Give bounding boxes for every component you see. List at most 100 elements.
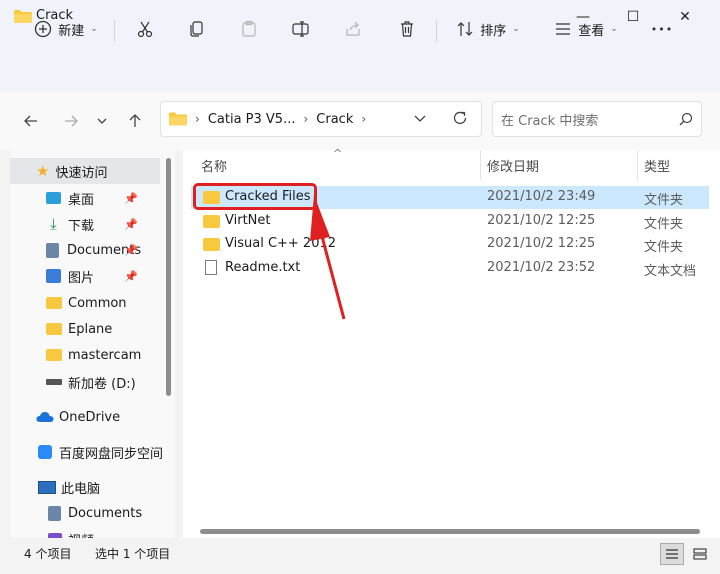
table-row[interactable]: Readme.txt 2021/10/2 23:52 文本文档 bbox=[191, 257, 709, 280]
chevron-down-icon: ⌄ bbox=[90, 24, 98, 34]
breadcrumb-item[interactable]: Catia P3 V5... bbox=[208, 112, 296, 127]
search-icon bbox=[679, 112, 693, 130]
trash-icon bbox=[401, 21, 413, 37]
file-modified: 2021/10/2 23:52 bbox=[487, 260, 596, 275]
plus-circle-icon bbox=[35, 20, 52, 38]
copy-icon bbox=[190, 21, 203, 37]
sidebar-item-this-pc[interactable]: 此电脑 bbox=[10, 474, 100, 500]
chevron-down-icon: ⌄ bbox=[610, 24, 618, 34]
sidebar-item-baidu-sync[interactable]: 百度网盘同步空间 bbox=[10, 439, 163, 465]
folder-icon bbox=[203, 215, 220, 228]
sidebar-item-label: 此电脑 bbox=[61, 481, 101, 497]
sidebar-item-label: Common bbox=[68, 295, 127, 311]
sidebar-item-common[interactable]: Common bbox=[10, 290, 127, 316]
sidebar-item-downloads[interactable]: ⤓ 下载 📌 bbox=[10, 211, 160, 237]
sidebar-item-label: 视频 bbox=[68, 530, 94, 539]
chevron-down-icon bbox=[414, 115, 426, 122]
sort-label: 排序 bbox=[480, 23, 507, 39]
file-name: VirtNet bbox=[225, 213, 271, 228]
sidebar-item-quick-access[interactable]: ★ 快速访问 bbox=[10, 158, 160, 184]
cloud-icon bbox=[36, 412, 54, 422]
column-header-modified[interactable]: 修改日期 bbox=[487, 156, 539, 175]
share-button[interactable] bbox=[338, 12, 368, 46]
drive-icon bbox=[46, 379, 62, 385]
chevron-down-icon bbox=[97, 118, 107, 124]
folder-icon bbox=[46, 323, 62, 335]
refresh-button[interactable] bbox=[452, 110, 468, 130]
sort-icon bbox=[457, 22, 473, 36]
folder-icon bbox=[169, 112, 187, 126]
details-view-button[interactable] bbox=[660, 543, 684, 565]
sidebar-item-onedrive[interactable]: OneDrive bbox=[10, 404, 120, 430]
pin-icon: 📌 bbox=[124, 217, 138, 231]
new-label: 新建 bbox=[58, 23, 85, 39]
sidebar-item-label: mastercam bbox=[68, 347, 142, 363]
baidu-icon bbox=[38, 445, 52, 459]
sidebar-item-documents[interactable]: Documents 📌 bbox=[10, 237, 160, 263]
sidebar-item-desktop[interactable]: 桌面 📌 bbox=[10, 185, 160, 211]
arrow-right-icon bbox=[65, 115, 78, 127]
download-icon: ⤓ bbox=[50, 215, 57, 233]
new-button[interactable]: 新建 ⌄ bbox=[28, 12, 104, 46]
delete-button[interactable] bbox=[392, 12, 422, 46]
navigation-pane: ★ 快速访问 桌面 📌 ⤓ 下载 📌 Documents 📌 图片 📌 Comm… bbox=[10, 150, 175, 538]
sidebar-item-mastercam[interactable]: mastercam bbox=[10, 342, 141, 368]
sidebar-item-label: 桌面 bbox=[68, 192, 95, 208]
horizontal-scrollbar[interactable] bbox=[200, 529, 700, 534]
refresh-icon bbox=[453, 111, 467, 125]
red-arrow-icon bbox=[310, 195, 346, 320]
arrow-up-icon bbox=[129, 114, 141, 127]
up-button[interactable] bbox=[120, 106, 150, 136]
back-button[interactable] bbox=[16, 106, 46, 136]
recent-locations-button[interactable] bbox=[90, 106, 114, 136]
sidebar-scrollbar[interactable] bbox=[166, 158, 171, 396]
paste-icon bbox=[242, 20, 256, 37]
desktop-icon bbox=[46, 192, 61, 204]
sort-button[interactable]: 排序 ⌄ bbox=[450, 12, 526, 46]
sidebar-item-pictures[interactable]: 图片 📌 bbox=[10, 263, 160, 289]
search-placeholder: 在 Crack 中搜索 bbox=[501, 113, 599, 129]
item-count: 4 个项目 bbox=[24, 547, 72, 561]
folder-icon bbox=[203, 238, 220, 251]
arrow-left-icon bbox=[24, 115, 37, 127]
folder-icon bbox=[46, 349, 62, 361]
more-button[interactable]: ••• bbox=[644, 12, 680, 46]
table-row[interactable]: VirtNet 2021/10/2 12:25 文件夹 bbox=[191, 210, 709, 233]
table-row[interactable]: Visual C++ 2012 2021/10/2 12:25 文件夹 bbox=[191, 233, 709, 256]
file-modified: 2021/10/2 12:25 bbox=[487, 236, 596, 251]
sidebar-item-videos[interactable]: 视频 bbox=[10, 526, 94, 538]
file-type: 文本文档 bbox=[644, 264, 697, 279]
selection-count: 选中 1 个项目 bbox=[95, 547, 171, 561]
file-modified: 2021/10/2 23:49 bbox=[487, 189, 596, 204]
search-input[interactable]: 在 Crack 中搜索 bbox=[492, 101, 702, 137]
view-button[interactable]: 查看 ⌄ bbox=[548, 12, 624, 46]
column-header-name[interactable]: 名称 bbox=[201, 156, 227, 175]
document-icon bbox=[46, 242, 59, 258]
tiles-view-icon bbox=[693, 548, 707, 560]
column-header-type[interactable]: 类型 bbox=[644, 156, 670, 175]
breadcrumb-separator-icon: › bbox=[361, 112, 367, 126]
breadcrumb-item[interactable]: Crack bbox=[316, 112, 353, 127]
paste-button[interactable] bbox=[234, 12, 264, 46]
cut-button[interactable] bbox=[130, 12, 160, 46]
address-history-button[interactable] bbox=[414, 112, 426, 128]
text-file-icon bbox=[205, 260, 217, 275]
tiles-view-button[interactable] bbox=[688, 543, 712, 565]
forward-button[interactable] bbox=[56, 106, 86, 136]
view-label: 查看 bbox=[578, 23, 605, 39]
sidebar-item-pc-documents[interactable]: Documents bbox=[10, 500, 142, 526]
column-divider[interactable] bbox=[480, 150, 481, 180]
details-view-icon bbox=[666, 549, 678, 559]
sidebar-item-drive-d[interactable]: 新加卷 (D:) bbox=[10, 369, 136, 395]
sidebar-item-eplane[interactable]: Eplane bbox=[10, 316, 112, 342]
copy-button[interactable] bbox=[182, 12, 212, 46]
rename-button[interactable] bbox=[286, 12, 316, 46]
star-icon: ★ bbox=[36, 162, 50, 180]
rename-icon bbox=[292, 21, 309, 37]
address-bar[interactable]: › Catia P3 V5... › Crack › bbox=[160, 101, 482, 137]
sidebar-item-label: Eplane bbox=[68, 321, 113, 337]
pin-icon: 📌 bbox=[124, 191, 138, 205]
scissors-icon bbox=[137, 21, 153, 38]
pin-icon: 📌 bbox=[124, 243, 138, 257]
column-divider[interactable] bbox=[637, 150, 638, 180]
